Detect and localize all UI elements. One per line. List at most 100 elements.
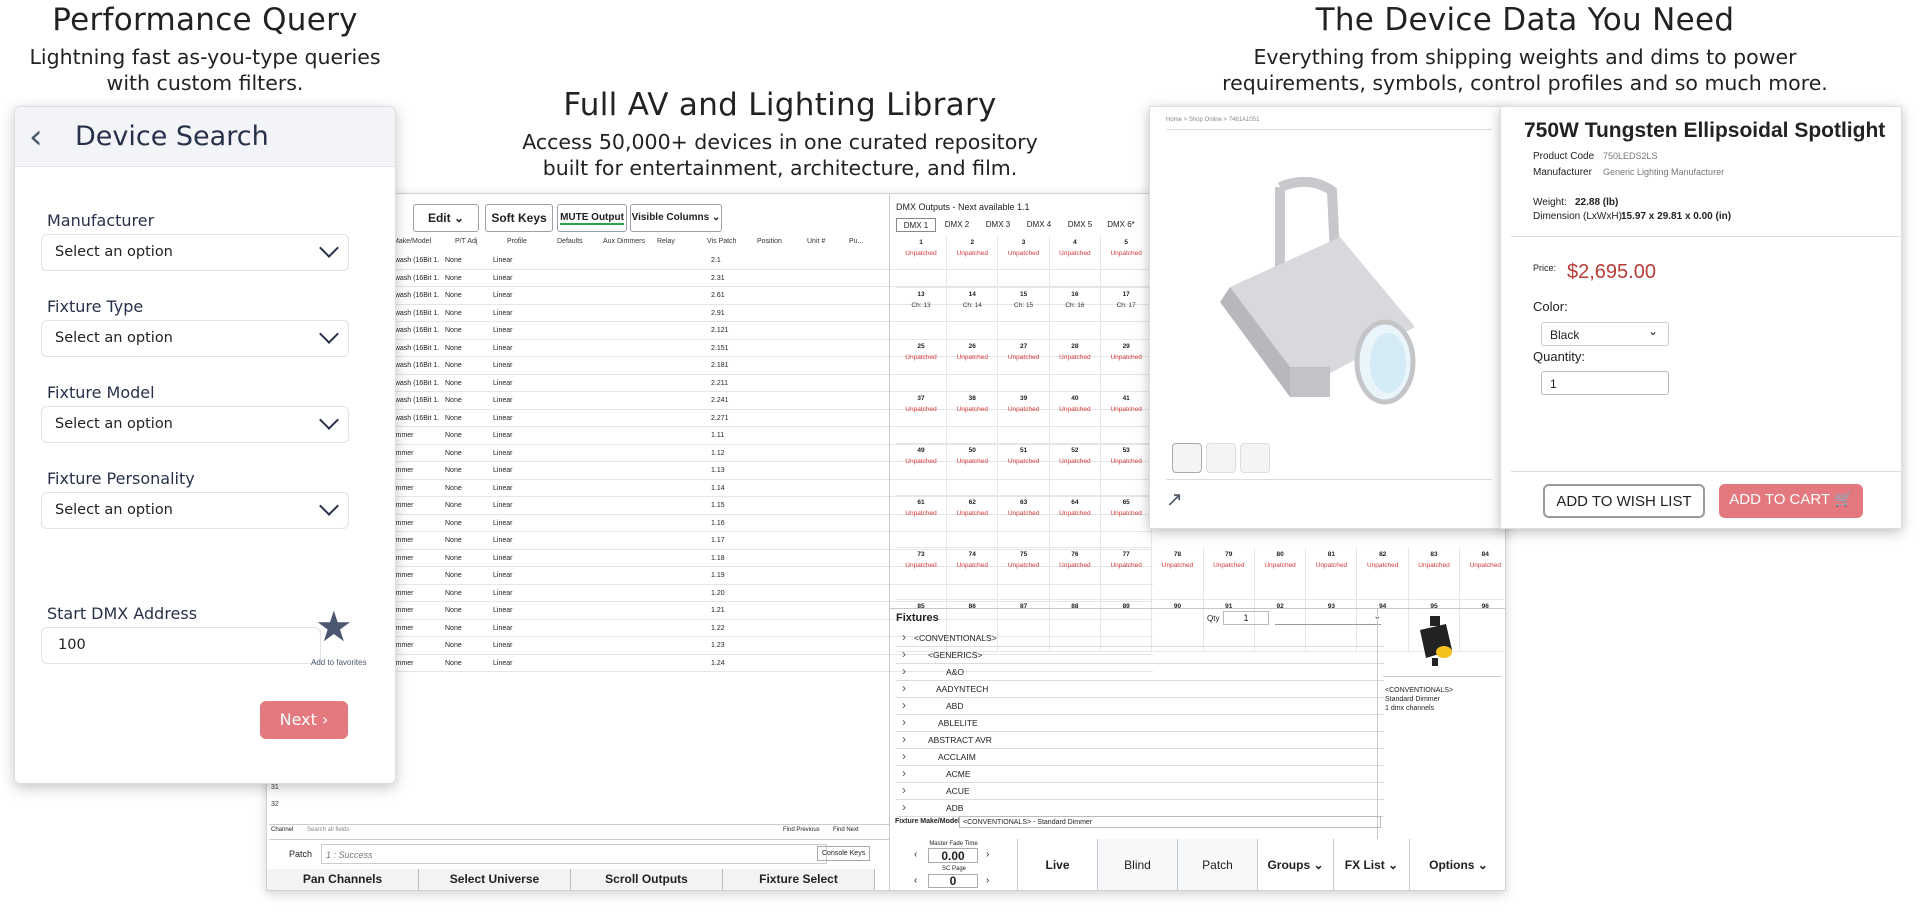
- dmx-cell[interactable]: 61 Unpatched: [896, 496, 947, 548]
- fixture-list-item[interactable]: › ACME: [896, 766, 1384, 783]
- breadcrumb[interactable]: Home > Shop Online > 7461A1051: [1166, 117, 1259, 123]
- dmx-cell[interactable]: 1 Unpatched: [896, 236, 947, 288]
- chevron-left-icon[interactable]: ‹: [29, 120, 59, 154]
- chevron-right-icon[interactable]: ›: [986, 849, 989, 860]
- dmx-cell[interactable]: 65 Unpatched: [1101, 496, 1153, 548]
- fixture-list-item[interactable]: › ABSTRACT AVR: [896, 732, 1384, 749]
- edit-button[interactable]: Edit ⌄: [413, 204, 479, 232]
- dmx-cell[interactable]: 41 Unpatched: [1101, 392, 1153, 444]
- fixture-personality-select[interactable]: Select an option: [41, 492, 349, 529]
- chevron-left-icon[interactable]: ‹: [914, 849, 917, 860]
- scroll-outputs-button[interactable]: Scroll Outputs: [571, 869, 723, 890]
- fixture-list-item[interactable]: › ABD: [896, 698, 1384, 715]
- blind-button[interactable]: Blind: [1097, 839, 1177, 890]
- dmx-cell[interactable]: 37 Unpatched: [896, 392, 947, 444]
- dmx-cell[interactable]: 81 Unpatched: [1306, 548, 1358, 600]
- fixture-list-item[interactable]: › ADB: [896, 800, 1384, 817]
- next-button[interactable]: Next ›: [260, 701, 348, 739]
- command-input[interactable]: 1 : Success: [321, 844, 827, 864]
- dmx-cell[interactable]: 53 Unpatched: [1101, 444, 1153, 496]
- dmx-cell[interactable]: 38 Unpatched: [947, 392, 999, 444]
- chevron-right-icon[interactable]: ›: [902, 663, 906, 679]
- fixture-list-item[interactable]: › AADYNTECH: [896, 681, 1384, 698]
- chevron-right-icon[interactable]: ›: [902, 799, 906, 815]
- share-icon[interactable]: ↗: [1166, 487, 1183, 512]
- add-to-wish-list-button[interactable]: ADD TO WISH LIST: [1543, 484, 1705, 518]
- chevron-right-icon[interactable]: ›: [902, 782, 906, 798]
- dmx-cell[interactable]: 15 Ch: 15: [998, 288, 1050, 340]
- chevron-right-icon[interactable]: ›: [902, 731, 906, 747]
- fixture-list-item[interactable]: › ACCLAIM: [896, 749, 1384, 766]
- dmx-cell[interactable]: 52 Unpatched: [1049, 444, 1101, 496]
- dmx-cell[interactable]: 75 Unpatched: [998, 548, 1050, 600]
- fixture-list-item[interactable]: › ACUE: [896, 783, 1384, 800]
- chevron-right-icon[interactable]: ›: [902, 680, 906, 696]
- pan-channels-button[interactable]: Pan Channels: [267, 869, 419, 890]
- fixture-filter-select[interactable]: ⌄: [1275, 611, 1381, 625]
- dmx-tab[interactable]: DMX 5: [1060, 218, 1100, 232]
- dmx-cell[interactable]: 26 Unpatched: [947, 340, 999, 392]
- star-icon[interactable]: ★: [315, 606, 353, 648]
- chevron-right-icon[interactable]: ›: [902, 646, 906, 662]
- dmx-cell[interactable]: 74 Unpatched: [947, 548, 999, 600]
- chevron-right-icon[interactable]: ›: [986, 875, 989, 886]
- groups-button[interactable]: Groups ⌄: [1257, 839, 1333, 890]
- thumbnail[interactable]: [1206, 443, 1236, 473]
- dmx-cell[interactable]: 39 Unpatched: [998, 392, 1050, 444]
- dmx-cell[interactable]: 29 Unpatched: [1101, 340, 1153, 392]
- fx-list-button[interactable]: FX List ⌄: [1333, 839, 1409, 890]
- fixture-model-select[interactable]: Select an option: [41, 406, 349, 443]
- options-button[interactable]: Options ⌄: [1409, 839, 1505, 890]
- dmx-cell[interactable]: 50 Unpatched: [947, 444, 999, 496]
- fixture-type-select[interactable]: Select an option: [41, 320, 349, 357]
- chevron-right-icon[interactable]: ›: [902, 629, 906, 645]
- find-next-button[interactable]: Find Next: [833, 827, 859, 833]
- dmx-tab[interactable]: DMX 1: [896, 218, 936, 232]
- dmx-tab[interactable]: DMX 3: [978, 218, 1018, 232]
- dmx-cell[interactable]: 83 Unpatched: [1409, 548, 1460, 600]
- dmx-cell[interactable]: 4 Unpatched: [1049, 236, 1101, 288]
- chevron-left-icon[interactable]: ‹: [914, 875, 917, 886]
- visible-columns-button[interactable]: Visible Columns ⌄: [630, 204, 722, 232]
- dmx-cell[interactable]: 73 Unpatched: [896, 548, 947, 600]
- thumbnail[interactable]: [1240, 443, 1270, 473]
- dmx-cell[interactable]: 49 Unpatched: [896, 444, 947, 496]
- chevron-right-icon[interactable]: ›: [902, 765, 906, 781]
- dmx-cell[interactable]: 77 Unpatched: [1101, 548, 1153, 600]
- dmx-cell[interactable]: 64 Unpatched: [1049, 496, 1101, 548]
- fixture-list-item[interactable]: › <CONVENTIONALS>: [896, 630, 1384, 647]
- mute-output-button[interactable]: MUTE Output: [557, 204, 627, 232]
- add-to-cart-button[interactable]: ADD TO CART 🛒: [1719, 484, 1863, 518]
- dmx-tab[interactable]: DMX 2: [937, 218, 977, 232]
- dmx-cell[interactable]: 40 Unpatched: [1049, 392, 1101, 444]
- dmx-cell[interactable]: 14 Ch: 14: [947, 288, 999, 340]
- chevron-right-icon[interactable]: ›: [902, 714, 906, 730]
- qty-stepper[interactable]: 1: [1223, 611, 1269, 625]
- dmx-cell[interactable]: 16 Ch: 16: [1049, 288, 1101, 340]
- fixture-make-model-input[interactable]: <CONVENTIONALS> - Standard Dimmer: [959, 816, 1381, 828]
- search-input[interactable]: Search all fields: [307, 827, 349, 833]
- sc-page-value[interactable]: 0: [928, 874, 978, 888]
- dmx-cell[interactable]: 51 Unpatched: [998, 444, 1050, 496]
- thumbnail[interactable]: [1172, 443, 1202, 473]
- quantity-input[interactable]: 1: [1541, 371, 1669, 395]
- dmx-cell[interactable]: 80 Unpatched: [1255, 548, 1307, 600]
- soft-keys-button[interactable]: Soft Keys: [485, 204, 553, 232]
- dmx-cell[interactable]: 62 Unpatched: [947, 496, 999, 548]
- dmx-cell[interactable]: 79 Unpatched: [1203, 548, 1255, 600]
- fixture-list-item[interactable]: › <GENERICS>: [896, 647, 1384, 664]
- dmx-cell[interactable]: 27 Unpatched: [998, 340, 1050, 392]
- dmx-cell[interactable]: 82 Unpatched: [1357, 548, 1409, 600]
- dmx-address-input[interactable]: 100: [41, 627, 321, 664]
- manufacturer-select[interactable]: Select an option: [41, 234, 349, 271]
- dmx-cell[interactable]: 63 Unpatched: [998, 496, 1050, 548]
- dmx-cell[interactable]: 2 Unpatched: [947, 236, 999, 288]
- dmx-cell[interactable]: 3 Unpatched: [998, 236, 1050, 288]
- dmx-cell[interactable]: 13 Ch: 13: [896, 288, 947, 340]
- dmx-tab[interactable]: DMX 4: [1019, 218, 1059, 232]
- color-select[interactable]: Black ⌄: [1541, 322, 1669, 346]
- chevron-right-icon[interactable]: ›: [902, 697, 906, 713]
- fixture-select-button[interactable]: Fixture Select: [723, 869, 875, 890]
- dmx-cell[interactable]: 84 Unpatched: [1460, 548, 1505, 600]
- dmx-cell[interactable]: 76 Unpatched: [1049, 548, 1101, 600]
